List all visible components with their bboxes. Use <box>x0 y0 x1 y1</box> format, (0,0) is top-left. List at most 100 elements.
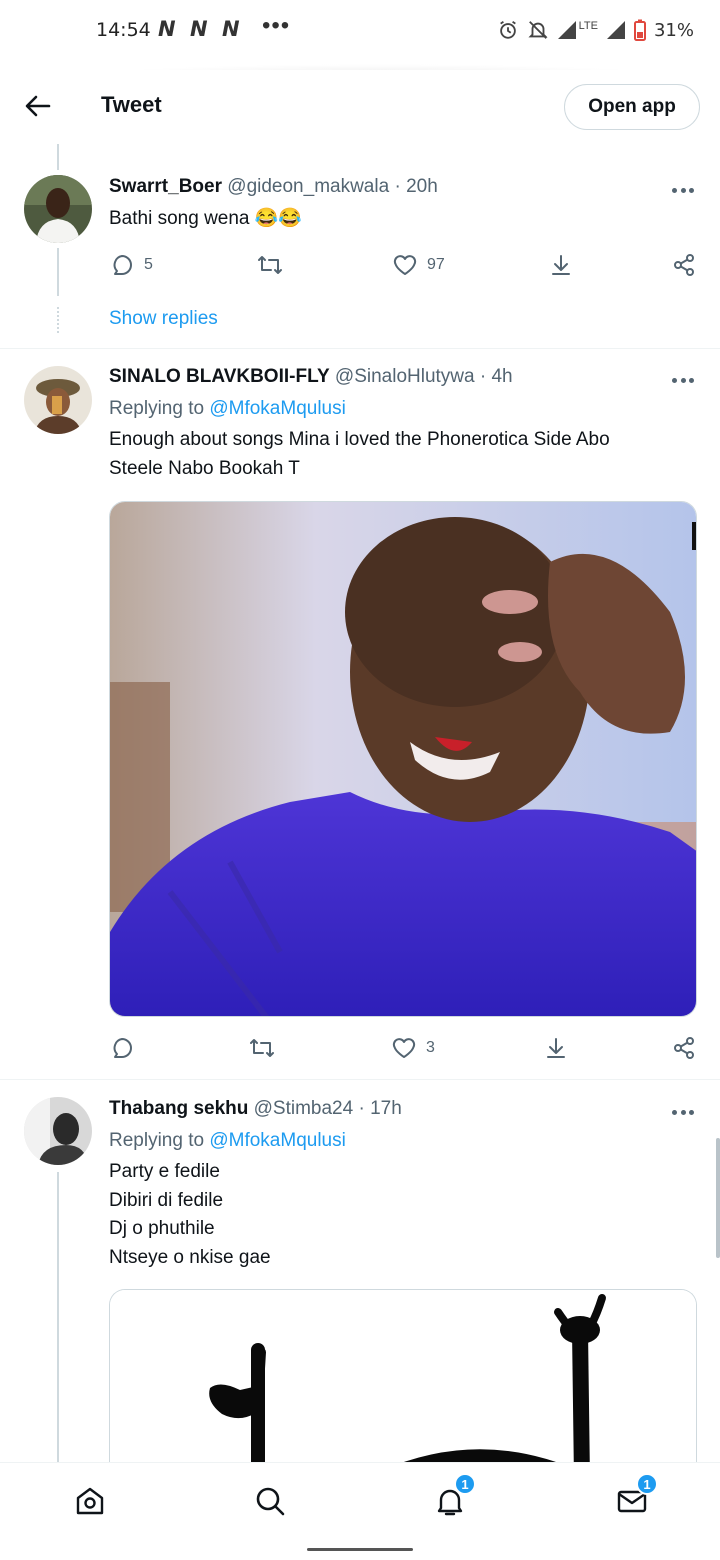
more-options-button[interactable] <box>672 1107 694 1117</box>
notification-n-icon: N <box>222 17 240 41</box>
replying-to: Replying to @MfokaMqulusi <box>109 1130 346 1152</box>
share-button[interactable] <box>672 1033 696 1063</box>
more-options-button[interactable] <box>672 185 694 195</box>
tweet-text: Party e fedile Dibiri di fedile Dj o phu… <box>109 1158 689 1272</box>
tweet-text-line: Enough about songs Mina i loved the Phon… <box>109 429 610 450</box>
download-icon <box>547 1038 565 1058</box>
status-right: LTE 31% <box>497 16 694 44</box>
separator: · <box>358 1098 365 1119</box>
retweet-icon <box>258 256 282 274</box>
tweet-meta: SINALO BLAVKBOII-FLY @SinaloHlutywa · 4h <box>109 366 513 388</box>
retweet-icon <box>250 1039 274 1057</box>
nav-notifications[interactable]: 1 <box>430 1473 476 1521</box>
tweet-text: Enough about songs Mina i loved the Phon… <box>109 426 689 483</box>
tweet-time: 4h <box>491 366 513 387</box>
signal-icon <box>557 21 576 39</box>
header-bar: Tweet Open app <box>0 70 720 142</box>
open-app-button[interactable]: Open app <box>564 84 700 130</box>
download-button[interactable] <box>549 250 573 280</box>
notifications-badge: 1 <box>454 1473 476 1495</box>
alarm-icon <box>499 20 516 39</box>
replying-to: Replying to @MfokaMqulusi <box>109 398 346 420</box>
replying-prefix: Replying to <box>109 1130 205 1151</box>
more-options-button[interactable] <box>672 375 694 385</box>
status-more-icon: ••• <box>262 12 291 39</box>
thread-line <box>57 1172 59 1462</box>
battery-icon <box>633 19 646 41</box>
replying-prefix: Replying to <box>109 398 205 419</box>
tweet-time: 20h <box>406 176 438 197</box>
show-replies-link[interactable]: Show replies <box>109 308 218 330</box>
mute-bell-icon <box>528 21 548 39</box>
like-count: 97 <box>427 256 445 273</box>
tweet-meta: Thabang sekhu @Stimba24 · 17h <box>109 1098 402 1120</box>
signal-icon <box>606 21 625 39</box>
tweet-time: 17h <box>370 1098 402 1119</box>
thread-line <box>57 144 59 170</box>
reply-icon <box>113 1038 132 1058</box>
reply-icon <box>113 255 132 275</box>
divider <box>0 1079 720 1080</box>
notification-n-icon: N <box>190 17 208 41</box>
tweet-text-line: Dj o phuthile <box>109 1218 215 1239</box>
page-title: Tweet <box>101 92 162 117</box>
search-icon <box>256 1487 285 1516</box>
back-button[interactable] <box>20 90 56 122</box>
share-icon <box>674 254 694 276</box>
network-type-label: LTE <box>578 20 598 32</box>
download-icon <box>552 255 570 275</box>
download-button[interactable] <box>544 1033 568 1063</box>
mention-link[interactable]: @MfokaMqulusi <box>209 1130 346 1151</box>
user-handle[interactable]: @gideon_makwala <box>227 176 389 197</box>
nav-home[interactable] <box>70 1481 110 1521</box>
home-gesture-bar[interactable] <box>307 1548 413 1551</box>
status-time: 14:54 <box>96 19 151 41</box>
like-button[interactable]: 3 <box>392 1033 435 1063</box>
display-name[interactable]: Swarrt_Boer <box>109 176 222 197</box>
tweet-text-line: Dibiri di fedile <box>109 1189 224 1211</box>
avatar[interactable] <box>24 366 92 434</box>
bottom-nav: 1 1 <box>0 1462 720 1536</box>
separator: · <box>394 176 401 197</box>
reply-count: 5 <box>144 256 153 273</box>
like-button[interactable]: 97 <box>393 250 445 280</box>
retweet-button[interactable] <box>249 1033 275 1063</box>
divider <box>0 348 720 349</box>
notification-n-icon: N <box>158 17 176 41</box>
scrollbar[interactable] <box>716 1138 720 1258</box>
tweet-text-line: Party e fedile <box>109 1161 220 1182</box>
tweet-actions: 3 <box>0 1033 720 1063</box>
battery-percent: 31% <box>653 19 694 41</box>
mention-link[interactable]: @MfokaMqulusi <box>209 398 346 419</box>
user-handle[interactable]: @Stimba24 <box>254 1098 354 1119</box>
status-bar: 14:54 N N N ••• LTE 31% <box>0 0 720 60</box>
like-count: 3 <box>426 1039 435 1056</box>
avatar[interactable] <box>24 175 92 243</box>
reply-button[interactable] <box>110 1033 134 1063</box>
like-icon <box>392 1038 416 1058</box>
display-name[interactable]: SINALO BLAVKBOII-FLY <box>109 366 330 387</box>
tweet-text-line: Steele Nabo Bookah T <box>109 457 300 479</box>
tweet-actions: 5 97 <box>0 250 720 280</box>
thread-line-dotted <box>57 307 59 333</box>
tweet-image[interactable] <box>109 1289 697 1489</box>
back-arrow-icon <box>25 95 51 117</box>
separator: · <box>479 366 487 387</box>
share-icon <box>674 1037 694 1059</box>
gesture-area <box>0 1536 720 1560</box>
tweet-text-line: Ntseye o nkise gae <box>109 1246 271 1268</box>
retweet-button[interactable] <box>257 250 283 280</box>
nav-search[interactable] <box>250 1481 290 1521</box>
display-name[interactable]: Thabang sekhu <box>109 1098 248 1119</box>
nav-messages[interactable]: 1 <box>612 1473 658 1521</box>
avatar[interactable] <box>24 1097 92 1165</box>
share-button[interactable] <box>672 250 696 280</box>
reply-button[interactable]: 5 <box>110 250 153 280</box>
messages-badge: 1 <box>636 1473 658 1495</box>
home-icon <box>76 1487 104 1515</box>
user-handle[interactable]: @SinaloHlutywa <box>335 366 475 387</box>
tweet-image[interactable] <box>109 501 697 1017</box>
like-icon <box>393 255 417 275</box>
tweet-text: Bathi song wena 😂😂 <box>109 208 303 229</box>
tweet-meta: Swarrt_Boer @gideon_makwala · 20h <box>109 176 438 198</box>
